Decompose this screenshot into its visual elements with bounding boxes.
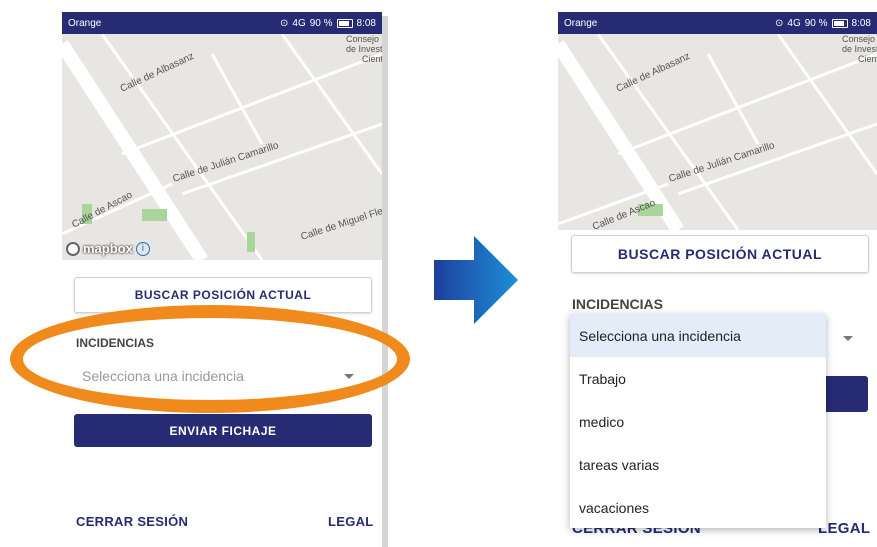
- poi-label: de Invest: [842, 44, 877, 54]
- legal-link[interactable]: LEGAL: [328, 514, 374, 529]
- incident-select[interactable]: Selecciona una incidencia: [82, 364, 354, 388]
- incident-label: INCIDENCIAS: [76, 336, 155, 350]
- battery-percent: 90 %: [804, 17, 828, 29]
- map-view[interactable]: Calle de Albasanz Calle de Julián Camari…: [62, 34, 382, 260]
- clock: 8:08: [356, 17, 376, 29]
- search-location-button[interactable]: BUSCAR POSICIÓN ACTUAL: [74, 277, 372, 313]
- location-icon: ⊙: [775, 17, 784, 29]
- incident-label: INCIDENCIAS: [572, 296, 664, 312]
- info-icon[interactable]: i: [135, 241, 150, 256]
- chevron-down-icon: [843, 336, 853, 341]
- logout-link[interactable]: CERRAR SESIÓN: [76, 514, 188, 529]
- poi-label: de Invest: [346, 44, 382, 54]
- poi-label: Cient: [362, 54, 382, 64]
- street-label: Calle de Ascao: [70, 189, 134, 230]
- map-streets: Calle de Albasanz Calle de Julián Camari…: [62, 34, 382, 260]
- battery-percent: 90 %: [309, 17, 333, 29]
- carrier-label: Orange: [564, 17, 598, 29]
- battery-icon: [831, 18, 848, 28]
- signal-icon: 4G: [292, 17, 306, 29]
- search-location-button[interactable]: BUSCAR POSICIÓN ACTUAL: [571, 235, 869, 273]
- poi-label: Cient: [858, 54, 877, 64]
- location-icon: ⊙: [280, 17, 289, 29]
- map-view[interactable]: Calle de Albasanz Calle de Julián Camari…: [558, 34, 877, 230]
- send-check-in-button[interactable]: ENVIAR FICHAJE: [74, 414, 372, 447]
- poi-label: Consejo: [346, 34, 379, 44]
- mapbox-wordmark: mapbox: [83, 241, 133, 256]
- poi-label: Consejo: [842, 34, 875, 44]
- status-bar: Orange ⊙ 4G 90 % 8:08: [558, 12, 877, 34]
- chevron-down-icon: [344, 373, 354, 379]
- dropdown-option-trabajo[interactable]: Trabajo: [570, 357, 826, 400]
- map-streets: Calle de Albasanz Calle de Julián Camari…: [558, 34, 877, 230]
- dropdown-option-tareas-varias[interactable]: tareas varias: [570, 443, 826, 486]
- incident-dropdown-menu[interactable]: Selecciona una incidencia Trabajo medico…: [570, 314, 826, 528]
- carrier-label: Orange: [68, 17, 102, 29]
- status-bar: Orange ⊙ 4G 90 % 8:08: [62, 12, 382, 34]
- arrow-right-icon: [434, 236, 518, 324]
- street-label: Calle de Miguel Fleta: [300, 203, 382, 243]
- mapbox-attribution[interactable]: mapbox i: [66, 241, 150, 256]
- clock: 8:08: [851, 17, 871, 29]
- dropdown-option-medico[interactable]: medico: [570, 400, 826, 443]
- signal-icon: 4G: [787, 17, 801, 29]
- send-check-in-button[interactable]: [824, 376, 868, 412]
- incident-placeholder: Selecciona una incidencia: [82, 368, 244, 384]
- dropdown-option-vacaciones[interactable]: vacaciones: [570, 486, 826, 529]
- dropdown-option-placeholder[interactable]: Selecciona una incidencia: [570, 314, 826, 357]
- mapbox-logo-icon: [66, 241, 80, 256]
- battery-icon: [336, 18, 353, 28]
- phone-screen-before: Orange ⊙ 4G 90 % 8:08 Calle de Albasanz …: [62, 12, 382, 547]
